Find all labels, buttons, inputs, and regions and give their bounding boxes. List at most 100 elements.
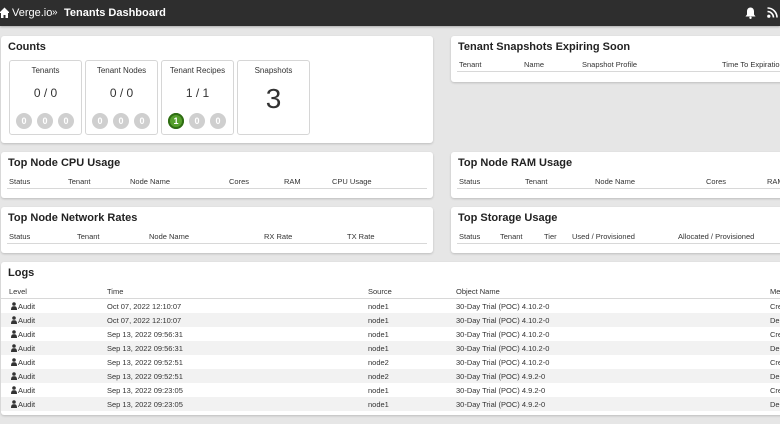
tenant-nodes-circle-3: 0 (134, 113, 150, 129)
col-snapshot-profile[interactable]: Snapshot Profile (582, 60, 637, 69)
log-time: Oct 07, 2022 12:10:07 (107, 302, 182, 311)
col-rx-rate[interactable]: RX Rate (264, 232, 292, 241)
cpu-usage-title: Top Node CPU Usage (8, 157, 121, 169)
snapshots-expiring-card: Tenant Snapshots Expiring Soon Tenant Na… (451, 36, 780, 82)
tenant-recipes-circle-2: 0 (189, 113, 205, 129)
user-icon (11, 358, 17, 366)
user-icon (11, 372, 17, 380)
col-time[interactable]: Time (107, 287, 123, 296)
logs-title: Logs (8, 267, 35, 279)
log-message: Cre (770, 302, 780, 311)
log-object-name: 30-Day Trial (POC) 4.10.2-0 (456, 358, 550, 367)
col-source[interactable]: Source (368, 287, 392, 296)
tenant-recipes-circle-1: 1 (168, 113, 184, 129)
log-level: Audit (18, 344, 36, 353)
log-message: Cre (770, 386, 780, 395)
col-status[interactable]: Status (9, 177, 30, 186)
breadcrumb-home[interactable]: Verge.io (12, 6, 52, 20)
col-object-name[interactable]: Object Name (456, 287, 500, 296)
log-object-name: 30-Day Trial (POC) 4.10.2-0 (456, 302, 550, 311)
log-message: Cre (770, 330, 780, 339)
log-message: Cre (770, 358, 780, 367)
log-source: node1 (368, 316, 389, 325)
table-row[interactable]: Audit Oct 07, 2022 12:10:07 node1 30-Day Tr… (1, 299, 780, 313)
col-node-name[interactable]: Node Name (149, 232, 189, 241)
snapshots-stat[interactable]: Snapshots 3 (237, 60, 310, 135)
snapshots-label: Snapshots (254, 66, 293, 75)
log-message: De (770, 400, 780, 409)
col-message[interactable]: Me (770, 287, 780, 296)
col-tenant[interactable]: Tenant (500, 232, 523, 241)
tenants-circle-2: 0 (37, 113, 53, 129)
storage-usage-card: Top Storage Usage Status Tenant Tier Use… (451, 207, 780, 253)
tenants-value: 0 / 0 (33, 86, 58, 100)
log-source: node1 (368, 330, 389, 339)
home-icon[interactable] (0, 7, 9, 18)
col-level[interactable]: Level (9, 287, 27, 296)
table-row[interactable]: Audit Sep 13, 2022 09:52:51 node2 30-Day Tr… (1, 355, 780, 369)
col-status[interactable]: Status (459, 232, 480, 241)
col-tier[interactable]: Tier (544, 232, 557, 241)
col-status[interactable]: Status (9, 232, 30, 241)
tenants-label: Tenants (31, 66, 60, 75)
user-icon (11, 330, 17, 338)
col-status[interactable]: Status (459, 177, 480, 186)
header-divider (457, 188, 780, 189)
ram-usage-card: Top Node RAM Usage Status Tenant Node Na… (451, 152, 780, 198)
log-level: Audit (18, 372, 36, 381)
counts-title: Counts (8, 41, 46, 53)
top-bar: Verge.io » Tenants Dashboard (0, 0, 780, 26)
tenants-circle-1: 0 (16, 113, 32, 129)
log-message: De (770, 316, 780, 325)
col-node-name[interactable]: Node Name (130, 177, 170, 186)
table-row[interactable]: Audit Oct 07, 2022 12:10:07 node1 30-Day Tr… (1, 313, 780, 327)
log-source: node2 (368, 372, 389, 381)
tenants-stat[interactable]: Tenants 0 / 0 0 0 0 (9, 60, 82, 135)
ram-usage-title: Top Node RAM Usage (458, 157, 573, 169)
tenant-recipes-stat[interactable]: Tenant Recipes 1 / 1 1 0 0 (161, 60, 234, 135)
header-divider (457, 243, 780, 244)
col-ram[interactable]: RAM (767, 177, 780, 186)
col-ram[interactable]: RAM (284, 177, 301, 186)
page-title: Tenants Dashboard (64, 7, 166, 19)
table-row[interactable]: Audit Sep 13, 2022 09:56:31 node1 30-Day Tr… (1, 341, 780, 355)
col-tx-rate[interactable]: TX Rate (347, 232, 375, 241)
bell-icon[interactable] (745, 7, 756, 19)
col-allocated-provisioned[interactable]: Allocated / Provisioned (678, 232, 754, 241)
table-row[interactable]: Audit Sep 13, 2022 09:23:05 node1 30-Day Tr… (1, 397, 780, 411)
log-source: node1 (368, 386, 389, 395)
log-source: node1 (368, 302, 389, 311)
log-time: Sep 13, 2022 09:56:31 (107, 344, 183, 353)
col-cores[interactable]: Cores (706, 177, 726, 186)
table-row[interactable]: Audit Sep 13, 2022 09:56:31 node1 30-Day Tr… (1, 327, 780, 341)
col-tenant[interactable]: Tenant (459, 60, 482, 69)
tenant-nodes-circle-2: 0 (113, 113, 129, 129)
log-level: Audit (18, 400, 36, 409)
col-tenant[interactable]: Tenant (525, 177, 548, 186)
col-time-to-expiration[interactable]: Time To Expiration (722, 60, 780, 69)
col-cpu-usage[interactable]: CPU Usage (332, 177, 372, 186)
col-used-provisioned[interactable]: Used / Provisioned (572, 232, 635, 241)
log-time: Sep 13, 2022 09:56:31 (107, 330, 183, 339)
snapshots-value: 3 (265, 83, 282, 114)
col-name[interactable]: Name (524, 60, 544, 69)
log-level: Audit (18, 330, 36, 339)
storage-usage-title: Top Storage Usage (458, 212, 558, 224)
rss-icon[interactable] (767, 7, 778, 18)
col-tenant[interactable]: Tenant (77, 232, 100, 241)
col-node-name[interactable]: Node Name (595, 177, 635, 186)
network-rates-card: Top Node Network Rates Status Tenant Nod… (1, 207, 433, 253)
log-level: Audit (18, 358, 36, 367)
table-row[interactable]: Audit Sep 13, 2022 09:23:05 node1 30-Day Tr… (1, 383, 780, 397)
user-icon (11, 316, 17, 324)
tenant-nodes-label: Tenant Nodes (96, 66, 147, 75)
user-icon (11, 302, 17, 310)
log-time: Sep 13, 2022 09:52:51 (107, 358, 183, 367)
tenant-nodes-stat[interactable]: Tenant Nodes 0 / 0 0 0 0 (85, 60, 158, 135)
log-time: Sep 13, 2022 09:23:05 (107, 400, 183, 409)
table-row[interactable]: Audit Sep 13, 2022 09:52:51 node2 30-Day Tr… (1, 369, 780, 383)
col-cores[interactable]: Cores (229, 177, 249, 186)
header-divider (7, 188, 427, 189)
col-tenant[interactable]: Tenant (68, 177, 91, 186)
tenant-recipes-value: 1 / 1 (185, 86, 210, 100)
